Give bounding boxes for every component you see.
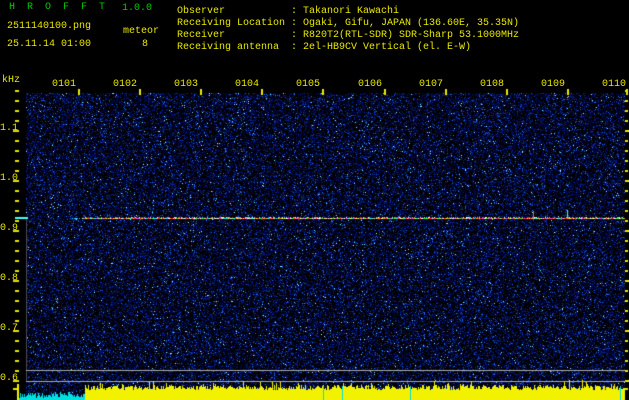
- field-value: Ogaki, Gifu, JAPAN (136.60E, 35.35N): [303, 19, 519, 29]
- hrofft-window: H R O F F T 1.0.0 2511140100.png meteor …: [0, 0, 629, 400]
- app-title: H R O F F T: [9, 3, 108, 13]
- field-value: 2el-HB9CV Vertical (el. E-W): [303, 43, 471, 53]
- field-label: Receiver: [177, 31, 291, 41]
- field-colon: :: [291, 31, 303, 41]
- mode-label: meteor: [123, 27, 159, 37]
- header-field-observer: Observer:Takanori Kawachi: [177, 7, 399, 17]
- field-colon: :: [291, 43, 303, 53]
- header-field-antenna: Receiving antenna:2el-HB9CV Vertical (el…: [177, 43, 471, 53]
- freq-tick-label: 1.0: [0, 174, 12, 184]
- app-version: 1.0.0: [122, 4, 152, 14]
- echo-count: 8: [142, 40, 148, 50]
- field-colon: :: [291, 7, 303, 17]
- freq-tick-label: 0.9: [0, 224, 12, 234]
- freq-unit-label: kHz: [2, 76, 20, 86]
- field-label: Receiving antenna: [177, 43, 291, 53]
- observation-datetime: 25.11.14 01:00: [7, 40, 91, 50]
- freq-tick-label: 0.8: [0, 274, 12, 284]
- time-tick-label: 0109: [541, 80, 565, 90]
- time-tick-label: 0106: [358, 80, 382, 90]
- time-tick-label: 0104: [235, 80, 259, 90]
- header-field-location: Receiving Location:Ogaki, Gifu, JAPAN (1…: [177, 19, 519, 29]
- header-field-receiver: Receiver:R820T2(RTL-SDR) SDR-Sharp 53.10…: [177, 31, 519, 41]
- time-tick-label: 0108: [480, 80, 504, 90]
- freq-tick-label: 1.1: [0, 124, 12, 134]
- time-tick-label: 0110: [602, 80, 626, 90]
- freq-tick-label: 0.6: [0, 374, 12, 384]
- field-label: Observer: [177, 7, 291, 17]
- time-tick-label: 0102: [113, 80, 137, 90]
- output-filename: 2511140100.png: [7, 22, 91, 32]
- time-tick-label: 0107: [419, 80, 443, 90]
- freq-tick-label: 0.7: [0, 324, 12, 334]
- field-value: R820T2(RTL-SDR) SDR-Sharp 53.1000MHz: [303, 31, 519, 41]
- spectrogram-canvas: [0, 0, 629, 400]
- time-tick-label: 0103: [174, 80, 198, 90]
- field-value: Takanori Kawachi: [303, 7, 399, 17]
- field-colon: :: [291, 19, 303, 29]
- time-tick-label: 0105: [296, 80, 320, 90]
- time-tick-label: 0101: [52, 80, 76, 90]
- field-label: Receiving Location: [177, 19, 291, 29]
